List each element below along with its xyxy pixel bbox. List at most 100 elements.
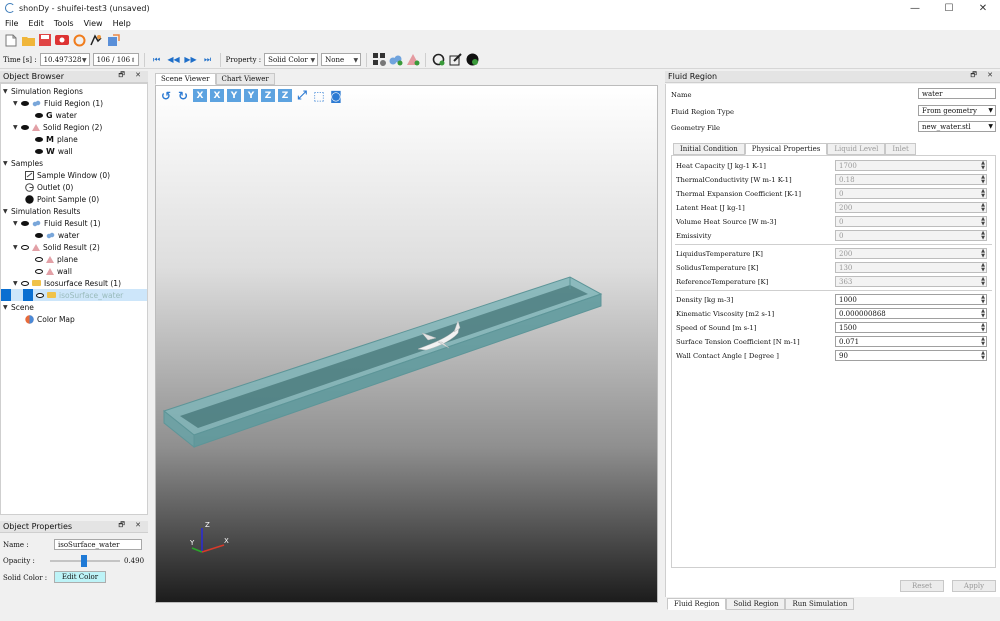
scene-viewport[interactable]: Z Y X ↺ ↻ X X Y Y Z Z ⤢ ⬚ ◙	[155, 85, 658, 603]
tree-simulation-regions[interactable]: ▼ Simulation Regions	[3, 85, 83, 97]
visibility-icon[interactable]	[21, 220, 29, 226]
next-frame-icon[interactable]: ▶▶	[184, 53, 198, 66]
opacity-slider[interactable]	[50, 555, 120, 567]
visibility-icon[interactable]	[35, 136, 43, 142]
tree-scene[interactable]: ▼ Scene	[3, 301, 34, 313]
tab-chart-viewer[interactable]: Chart Viewer	[215, 73, 275, 85]
rotate-cw-icon[interactable]: ↻	[176, 89, 190, 103]
spin-arrows-icon[interactable]: ▲ ▼	[981, 295, 985, 305]
close-window-button[interactable]: ✕	[966, 0, 1000, 16]
property-value-input[interactable]: 200 ▲ ▼	[835, 202, 987, 213]
export-icon[interactable]	[106, 33, 120, 47]
edit-icon[interactable]	[448, 53, 462, 67]
property-value-input[interactable]: 90 ▲ ▼	[835, 350, 987, 361]
menu-file[interactable]: File	[0, 19, 23, 28]
property-value-input[interactable]: 1000 ▲ ▼	[835, 294, 987, 305]
add-fluid-icon[interactable]	[389, 53, 403, 67]
expand-arrow-icon[interactable]: ▼	[13, 220, 21, 227]
spin-arrows-icon[interactable]: ▲ ▼	[981, 263, 985, 273]
visibility-icon[interactable]	[21, 124, 29, 130]
tree-fluid-water[interactable]: Gwater	[35, 109, 77, 121]
maximize-button[interactable]: ☐	[932, 0, 966, 16]
tree-simulation-results[interactable]: ▼ Simulation Results	[3, 205, 80, 217]
grid-settings-icon[interactable]	[372, 53, 386, 67]
tree-solid-result[interactable]: ▼ Solid Result (2)	[13, 241, 100, 253]
visibility-icon[interactable]	[35, 256, 43, 262]
fit-view-icon[interactable]: ⤢	[295, 88, 309, 102]
tab-fluid-region[interactable]: Fluid Region	[667, 598, 727, 610]
spin-arrows-icon[interactable]: ▲ ▼	[981, 161, 985, 171]
tree-fluid-result[interactable]: ▼ Fluid Result (1)	[13, 217, 101, 229]
tree-solid-region[interactable]: ▼ Solid Region (2)	[13, 121, 102, 133]
object-name-input[interactable]: isoSurface_water	[54, 539, 142, 550]
view-z-neg-button[interactable]: Z	[278, 89, 292, 102]
apply-button[interactable]: Apply	[952, 580, 996, 592]
tab-liquid-level[interactable]: Liquid Level	[827, 143, 886, 155]
menu-help[interactable]: Help	[108, 19, 136, 28]
expand-arrow-icon[interactable]: ▼	[13, 280, 21, 287]
spin-arrows-icon[interactable]: ▲ ▼	[981, 217, 985, 227]
expand-arrow-icon[interactable]: ▼	[13, 244, 21, 251]
view-y-neg-button[interactable]: Y	[244, 89, 258, 102]
expand-arrow-icon[interactable]: ▼	[3, 160, 11, 167]
refresh-icon[interactable]	[72, 33, 86, 47]
tree-isosurface-water[interactable]: isoSurface_water	[1, 289, 147, 301]
spin-arrows-icon[interactable]: ▲ ▼	[981, 175, 985, 185]
add-solid-icon[interactable]	[406, 53, 420, 67]
property-value-input[interactable]: 0.071 ▲ ▼	[835, 336, 987, 347]
tab-physical-properties[interactable]: Physical Properties	[744, 143, 828, 155]
visibility-icon[interactable]	[21, 280, 29, 286]
tab-inlet[interactable]: Inlet	[885, 143, 916, 155]
edit-color-button[interactable]: Edit Color	[54, 571, 106, 583]
property-value-input[interactable]: 0 ▲ ▼	[835, 216, 987, 227]
first-frame-icon[interactable]: ⏮	[150, 53, 164, 66]
visibility-icon[interactable]	[21, 244, 29, 250]
visibility-icon[interactable]	[21, 100, 29, 106]
property-value-input[interactable]: 0.000000868 ▲ ▼	[835, 308, 987, 319]
tab-run-simulation[interactable]: Run Simulation	[785, 598, 855, 610]
view-x-pos-button[interactable]: X	[193, 89, 207, 102]
tree-point-sample[interactable]: Point Sample (0)	[25, 193, 99, 205]
tab-scene-viewer[interactable]: Scene Viewer	[155, 73, 216, 85]
spin-arrows-icon[interactable]: ▲ ▼	[981, 309, 985, 319]
reload-icon[interactable]	[431, 53, 445, 67]
tree-outlet[interactable]: Outlet (0)	[25, 181, 73, 193]
visibility-icon[interactable]	[36, 292, 44, 298]
expand-arrow-icon[interactable]: ▼	[13, 124, 21, 131]
property-value-input[interactable]: 1700 ▲ ▼	[835, 160, 987, 171]
tree-result-plane[interactable]: plane	[35, 253, 78, 265]
menu-edit[interactable]: Edit	[23, 19, 49, 28]
spin-arrows-icon[interactable]: ▲ ▼	[981, 323, 985, 333]
property-value-input[interactable]: 1500 ▲ ▼	[835, 322, 987, 333]
spin-arrows-icon[interactable]: ▲ ▼	[981, 277, 985, 287]
spin-arrows-icon[interactable]: ▲ ▼	[981, 249, 985, 259]
minimize-button[interactable]: —	[898, 0, 932, 16]
property-value-input[interactable]: 363 ▲ ▼	[835, 276, 987, 287]
spin-arrows-icon[interactable]: ▲ ▼	[981, 203, 985, 213]
visibility-icon[interactable]	[35, 232, 43, 238]
dock-close-icon[interactable]: 🗗 ✕	[118, 71, 145, 82]
spin-arrows-icon[interactable]: ▲ ▼	[981, 337, 985, 347]
fluid-name-input[interactable]: water	[918, 88, 996, 99]
component-select[interactable]: None ▼	[321, 53, 362, 66]
expand-arrow-icon[interactable]: ▼	[3, 208, 11, 215]
tree-result-water[interactable]: water	[35, 229, 79, 241]
opacity-slider-handle[interactable]	[81, 555, 88, 567]
frame-spinbox[interactable]: 106 / 106 ⇕	[92, 53, 139, 66]
view-x-neg-button[interactable]: X	[210, 89, 224, 102]
previous-frame-icon[interactable]: ◀◀	[167, 53, 181, 66]
property-value-input[interactable]: 0 ▲ ▼	[835, 188, 987, 199]
spin-arrows-icon[interactable]: ▲ ▼	[981, 189, 985, 199]
view-z-pos-button[interactable]: Z	[261, 89, 275, 102]
menu-tools[interactable]: Tools	[49, 19, 79, 28]
reset-button[interactable]: Reset	[900, 580, 944, 592]
expand-arrow-icon[interactable]: ▼	[13, 100, 21, 107]
last-frame-icon[interactable]: ⏭	[201, 53, 215, 66]
property-value-input[interactable]: 200 ▲ ▼	[835, 248, 987, 259]
tree-solid-plane[interactable]: Mplane	[35, 133, 78, 145]
tab-initial-condition[interactable]: Initial Condition	[673, 143, 745, 155]
tab-solid-region[interactable]: Solid Region	[726, 598, 786, 610]
property-value-input[interactable]: 130 ▲ ▼	[835, 262, 987, 273]
view-y-pos-button[interactable]: Y	[227, 89, 241, 102]
globe-icon[interactable]	[465, 53, 479, 67]
